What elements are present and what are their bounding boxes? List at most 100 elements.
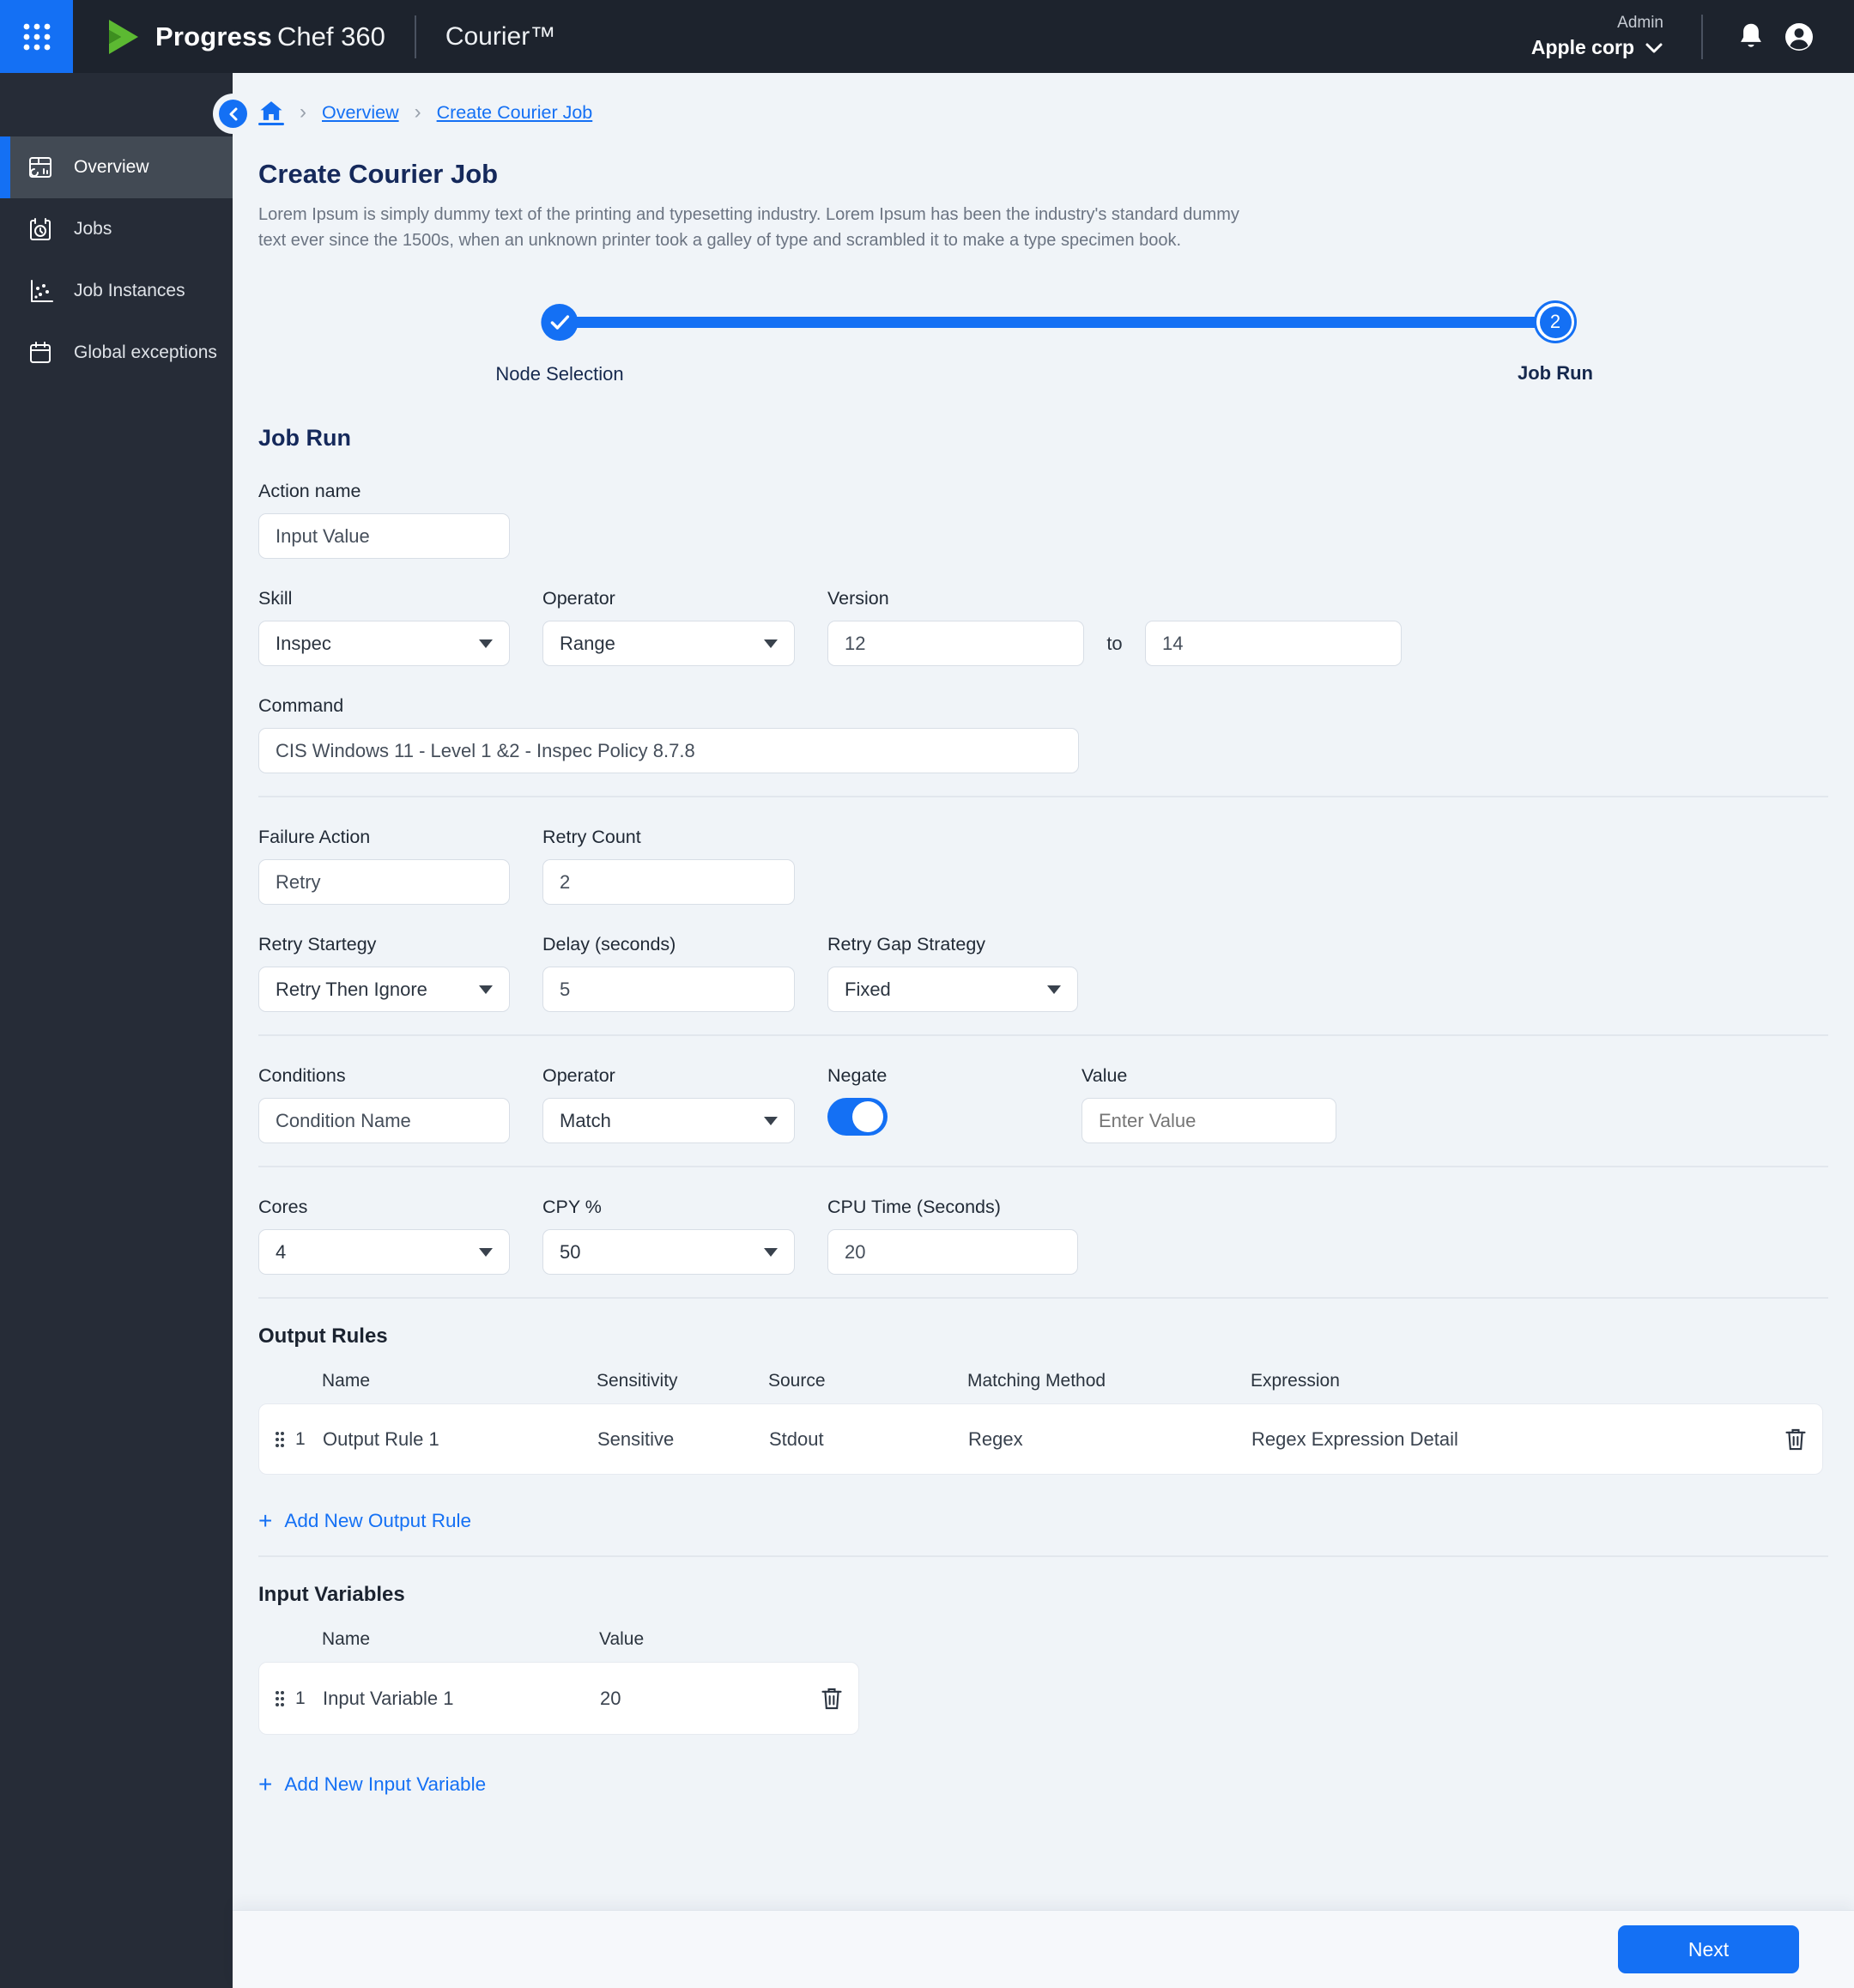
variable-name: Input Variable 1 <box>323 1687 454 1709</box>
breadcrumb-link-create-courier-job[interactable]: Create Courier Job <box>437 102 593 124</box>
section-title-job-run: Job Run <box>258 425 351 451</box>
col-name: Name <box>322 1371 371 1391</box>
version-from-input[interactable] <box>827 621 1084 666</box>
sidebar-item-jobs[interactable]: Jobs <box>0 198 233 260</box>
cpy-percent-label: CPY % <box>542 1197 602 1217</box>
col-source: Source <box>768 1371 826 1391</box>
version-label: Version <box>827 588 889 609</box>
home-icon <box>260 100 282 120</box>
delete-output-rule-button[interactable] <box>1764 1427 1807 1452</box>
brand-name: Progress <box>155 21 272 52</box>
retry-gap-strategy-label: Retry Gap Strategy <box>827 934 986 955</box>
add-output-rule-button[interactable]: + Add New Output Rule <box>258 1509 471 1533</box>
skill-select[interactable]: Inspec <box>258 621 510 666</box>
rule-matching-method: Regex <box>968 1427 1023 1450</box>
operator-select[interactable]: Range <box>542 621 795 666</box>
header-divider <box>1701 14 1703 59</box>
rule-expression: Regex Expression Detail <box>1251 1427 1458 1450</box>
sidebar-item-label: Overview <box>74 157 149 177</box>
retry-count-label: Retry Count <box>542 827 641 847</box>
col-expression: Expression <box>1251 1371 1340 1391</box>
section-divider <box>258 1166 1828 1167</box>
delay-input[interactable] <box>542 967 795 1012</box>
sidebar-collapse-button[interactable] <box>219 100 247 128</box>
toggle-knob <box>852 1101 883 1132</box>
progress-chevron-icon <box>109 19 138 54</box>
caret-down-icon <box>764 1247 778 1257</box>
drag-handle[interactable]: 1 <box>275 1429 323 1450</box>
chevron-right-icon: › <box>414 100 421 124</box>
cpu-time-input[interactable] <box>827 1229 1078 1275</box>
page-title: Create Courier Job <box>258 159 499 189</box>
step-job-run[interactable]: 2 Job Run <box>1518 300 1593 385</box>
trash-icon <box>1785 1428 1806 1450</box>
failure-action-label: Failure Action <box>258 827 371 847</box>
breadcrumb: › Overview › Create Courier Job <box>258 97 1828 128</box>
value-input[interactable] <box>1082 1098 1336 1143</box>
condition-name-input[interactable] <box>258 1098 510 1143</box>
app-header: Progress Chef 360 Courier™ Admin Apple co… <box>0 0 1854 73</box>
operator-label: Operator <box>542 588 615 609</box>
trash-icon <box>821 1688 842 1709</box>
retry-gap-strategy-select[interactable]: Fixed <box>827 967 1078 1012</box>
drag-handle[interactable]: 1 <box>275 1688 323 1709</box>
caret-down-icon <box>764 1116 778 1125</box>
command-input[interactable] <box>258 728 1079 773</box>
breadcrumb-home-link[interactable] <box>258 100 284 125</box>
rule-source: Stdout <box>769 1427 824 1450</box>
sidebar-item-overview[interactable]: Overview <box>0 136 233 198</box>
rule-name: Output Rule 1 <box>323 1427 439 1450</box>
next-button[interactable]: Next <box>1618 1925 1799 1973</box>
step-number: 2 <box>1539 306 1572 338</box>
notifications-button[interactable] <box>1727 13 1775 61</box>
account-button[interactable] <box>1775 13 1823 61</box>
delete-input-variable-button[interactable] <box>800 1687 843 1711</box>
col-matching-method: Matching Method <box>967 1371 1106 1391</box>
plus-icon: + <box>258 1771 273 1797</box>
caret-down-icon <box>479 985 493 994</box>
sidebar-item-global-exceptions[interactable]: Global exceptions <box>0 322 233 384</box>
wizard-footer: Next <box>233 1910 1854 1988</box>
cores-select[interactable]: 4 <box>258 1229 510 1275</box>
caret-down-icon <box>764 639 778 648</box>
row-index: 1 <box>295 1428 306 1449</box>
chevron-left-icon <box>229 107 237 120</box>
action-name-label: Action name <box>258 481 361 501</box>
sidebar-item-job-instances[interactable]: Job Instances <box>0 260 233 322</box>
main-panel: › Overview › Create Courier Job Create C… <box>219 73 1854 1988</box>
col-value: Value <box>599 1629 645 1649</box>
sidebar-item-label: Job Instances <box>74 281 185 300</box>
chevron-right-icon: › <box>300 100 306 124</box>
cpy-percent-select[interactable]: 50 <box>542 1229 795 1275</box>
failure-action-input[interactable] <box>258 859 510 905</box>
page-description: Lorem Ipsum is simply dummy text of the … <box>258 205 1239 250</box>
org-switcher[interactable]: Apple corp <box>1531 36 1663 59</box>
retry-count-input[interactable] <box>542 859 795 905</box>
output-rules-title: Output Rules <box>258 1324 388 1348</box>
header-divider <box>414 15 416 58</box>
step-label: Node Selection <box>495 363 624 385</box>
condition-operator-label: Operator <box>542 1065 615 1086</box>
negate-toggle[interactable] <box>827 1098 888 1136</box>
step-label: Job Run <box>1518 362 1593 384</box>
breadcrumb-link-overview[interactable]: Overview <box>322 102 399 124</box>
product-name: Courier™ <box>445 21 556 51</box>
app-launcher-button[interactable] <box>0 0 73 73</box>
brand-suffix: Chef 360 <box>277 21 385 52</box>
user-avatar-icon <box>1785 22 1813 51</box>
stepper-line <box>560 317 1555 328</box>
version-to-input[interactable] <box>1145 621 1402 666</box>
role-label: Admin <box>1617 14 1663 32</box>
col-name: Name <box>322 1629 371 1649</box>
step-node-selection[interactable]: Node Selection <box>495 304 624 385</box>
rule-sensitivity: Sensitive <box>597 1427 675 1450</box>
caret-down-icon <box>1047 985 1061 994</box>
retry-strategy-label: Retry Startegy <box>258 934 377 955</box>
retry-strategy-select[interactable]: Retry Then Ignore <box>258 967 510 1012</box>
condition-operator-select[interactable]: Match <box>542 1098 795 1143</box>
grid-icon <box>23 23 50 50</box>
add-input-variable-button[interactable]: + Add New Input Variable <box>258 1773 486 1797</box>
action-name-input[interactable] <box>258 513 510 559</box>
input-variables-header: Name Value <box>258 1629 859 1650</box>
page-content: › Overview › Create Courier Job Create C… <box>233 73 1854 1910</box>
